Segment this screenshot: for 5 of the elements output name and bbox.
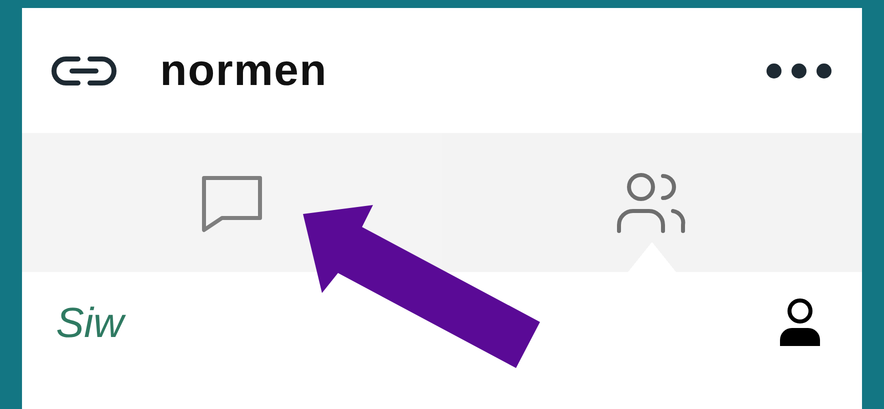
chat-title: normen — [160, 46, 328, 96]
more-icon[interactable] — [766, 62, 832, 78]
member-name: Siw — [56, 299, 124, 347]
person-icon — [778, 298, 822, 348]
link-icon[interactable] — [50, 54, 118, 86]
